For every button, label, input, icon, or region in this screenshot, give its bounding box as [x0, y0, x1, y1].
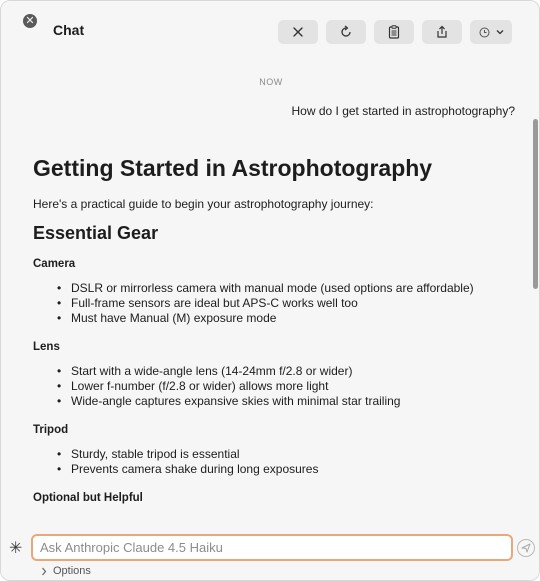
copy-button[interactable]	[374, 20, 414, 44]
window-title: Chat	[53, 22, 85, 38]
tripod-heading: Tripod	[33, 424, 69, 436]
list-item: Wide-angle captures expansive skies with…	[53, 394, 523, 409]
camera-heading: Camera	[33, 258, 76, 270]
composer: ✳ Options	[1, 529, 539, 580]
list-item: Start with a wide-angle lens (14-24mm f/…	[53, 364, 523, 379]
share-icon	[437, 25, 447, 38]
message-timestamp: NOW	[259, 77, 283, 87]
tripod-list: Sturdy, stable tripod is essential Preve…	[53, 447, 523, 477]
title-bar: ✕ Chat	[1, 1, 539, 57]
user-message: How do I get started in astrophotography…	[291, 104, 515, 118]
list-item: Prevents camera shake during long exposu…	[53, 462, 523, 477]
list-item: DSLR or mirrorless camera with manual mo…	[53, 281, 523, 296]
chevron-down-icon	[496, 30, 503, 35]
chat-window: ✕ Chat NOW How do I get started in astro…	[0, 0, 540, 581]
optional-heading: Optional but Helpful	[33, 492, 143, 504]
camera-list: DSLR or mirrorless camera with manual mo…	[53, 281, 523, 326]
share-button[interactable]	[422, 20, 462, 44]
send-button[interactable]	[517, 539, 535, 557]
close-window-icon[interactable]: ✕	[23, 14, 37, 28]
options-label: Options	[53, 565, 91, 577]
scrollbar-thumb[interactable]	[533, 119, 538, 289]
chat-transcript[interactable]: NOW How do I get started in astrophotogr…	[1, 57, 539, 529]
claude-spark-icon: ✳	[9, 540, 23, 557]
reload-icon	[341, 25, 351, 37]
clear-button[interactable]	[278, 20, 318, 44]
assistant-response: Getting Started in Astrophotography Here…	[33, 155, 523, 515]
lens-list: Start with a wide-angle lens (14-24mm f/…	[53, 364, 523, 409]
x-mark-icon	[293, 27, 303, 37]
list-item: Sturdy, stable tripod is essential	[53, 447, 523, 462]
chevron-right-icon	[42, 567, 47, 575]
reload-button[interactable]	[326, 20, 366, 44]
clipboard-icon	[388, 25, 400, 39]
list-item: Full-frame sensors are ideal but APS-C w…	[53, 296, 523, 311]
prompt-input[interactable]	[33, 536, 511, 559]
list-item: Must have Manual (M) exposure mode	[53, 311, 523, 326]
list-item: Lower f-number (f/2.8 or wider) allows m…	[53, 379, 523, 394]
options-dropdown-button[interactable]	[470, 20, 512, 44]
response-intro: Here's a practical guide to begin your a…	[33, 197, 374, 211]
prompt-input-container	[31, 534, 513, 561]
clock-icon	[479, 27, 489, 37]
section-heading: Essential Gear	[33, 223, 159, 243]
options-toggle[interactable]: Options	[41, 565, 91, 577]
lens-heading: Lens	[33, 341, 60, 353]
response-title: Getting Started in Astrophotography	[33, 155, 433, 181]
send-icon	[521, 543, 531, 553]
